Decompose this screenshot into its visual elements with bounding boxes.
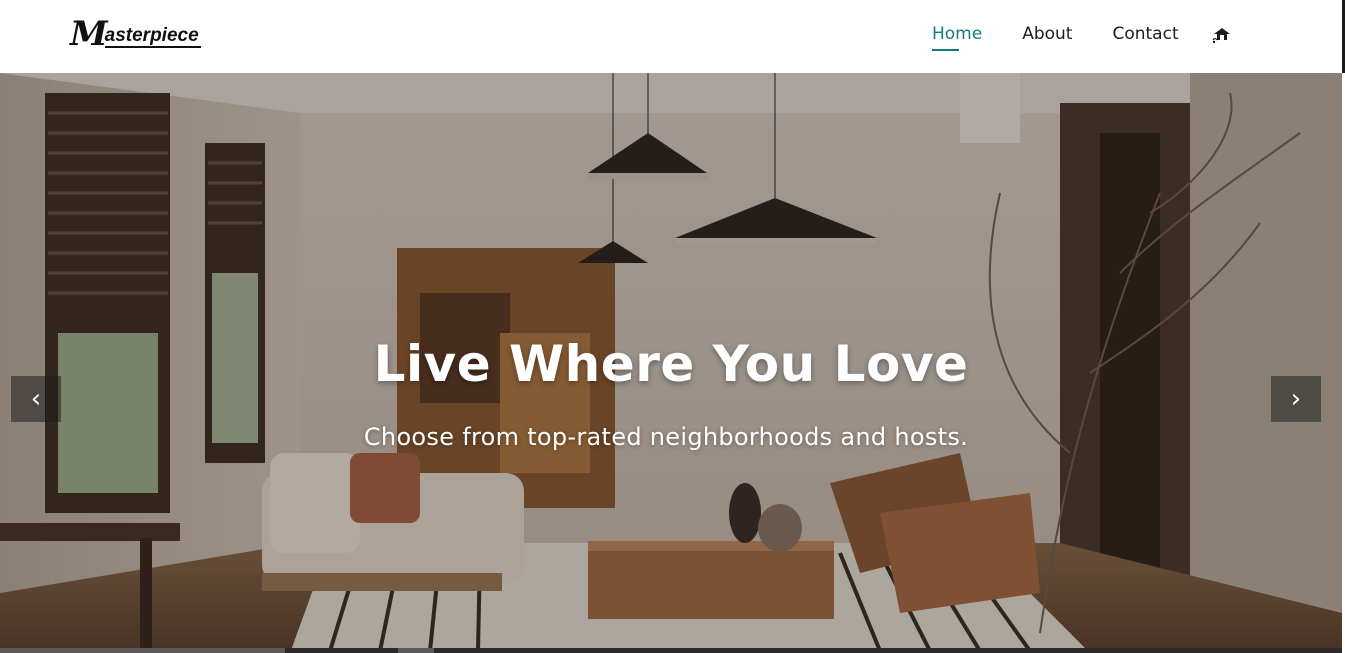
main-nav: Home About Contact [932,22,1232,51]
hero-title: Live Where You Love [373,335,969,393]
carousel-prev-button[interactable]: ‹ [11,376,61,422]
site-header: M asterpiece Home About Contact [0,0,1345,73]
carousel-progress-strip [0,648,1342,653]
logo-wordmark: asterpiece [104,25,201,48]
nav-home-link[interactable]: Home [932,22,982,51]
house-cap-icon[interactable] [1212,26,1232,44]
nav-contact-link[interactable]: Contact [1112,22,1178,46]
progress-segment [0,648,285,653]
carousel-next-button[interactable]: › [1271,376,1321,422]
hero-subtitle: Choose from top-rated neighborhoods and … [363,423,969,451]
hero-section: Live Where You Love Choose from top-rate… [0,73,1342,653]
brand-logo[interactable]: M asterpiece [70,14,201,54]
logo-initial: M [70,14,108,54]
nav-about-link[interactable]: About [1022,22,1072,46]
progress-segment [398,648,434,653]
